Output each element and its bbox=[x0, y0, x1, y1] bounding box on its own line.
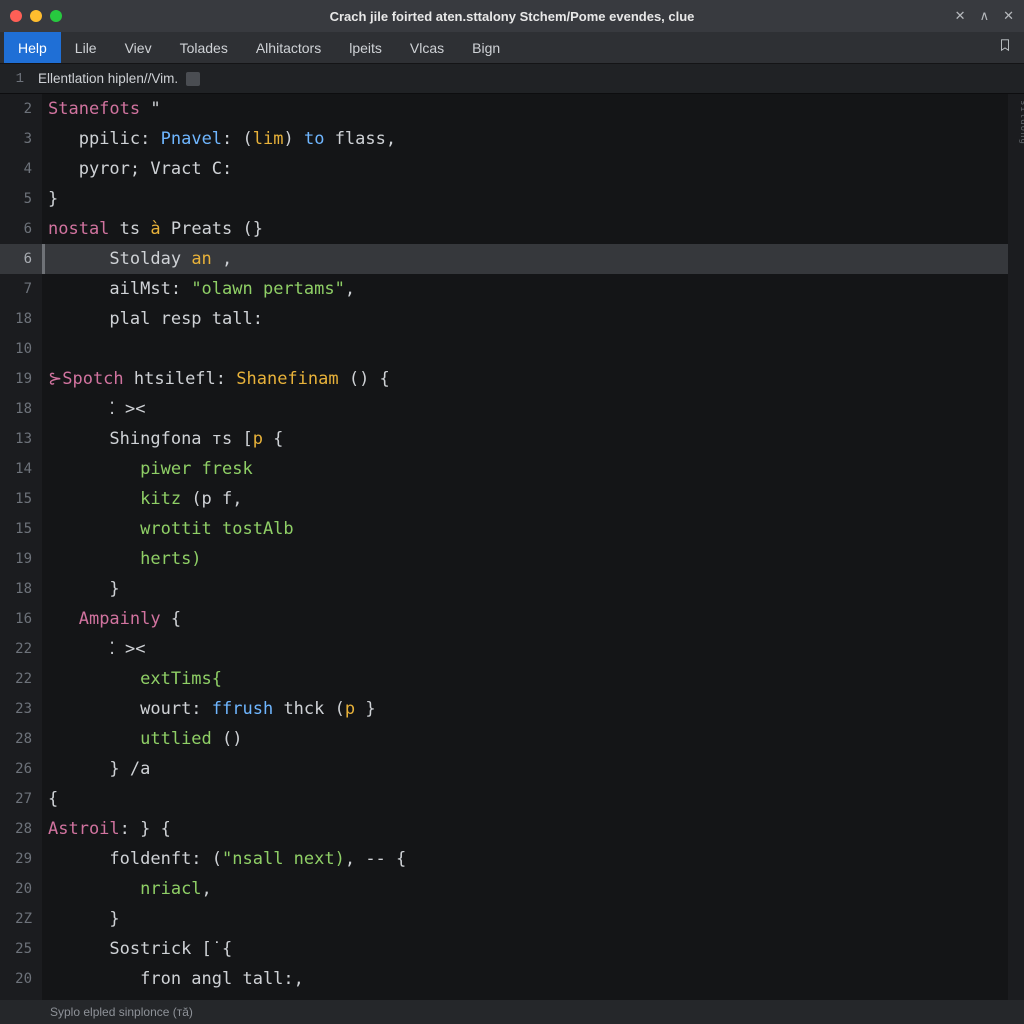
code-line: ⁚ >< bbox=[48, 394, 1008, 424]
code-line: ppilic: Pnavel: (lim) to flass, bbox=[48, 124, 1008, 154]
gutter-num: 15 bbox=[0, 484, 42, 514]
code-line: uttlied () bbox=[48, 724, 1008, 754]
gutter-num: 22 bbox=[0, 634, 42, 664]
breadcrumb-close-icon[interactable] bbox=[186, 72, 200, 86]
code-line: fron angl tall:, bbox=[48, 964, 1008, 994]
win-close-icon[interactable]: ✕ bbox=[955, 8, 966, 24]
gutter-num: 27 bbox=[0, 784, 42, 814]
status-bar: Syplo elpled sinplonce (ᴛă) bbox=[0, 1000, 1024, 1024]
code-line: } bbox=[48, 574, 1008, 604]
code-line: Astroil: } { bbox=[48, 814, 1008, 844]
bookmark-icon[interactable] bbox=[998, 38, 1012, 57]
maximize-icon[interactable] bbox=[50, 10, 62, 22]
code-line: } /a bbox=[48, 754, 1008, 784]
code-line: } bbox=[48, 184, 1008, 214]
code-line: nostal ts à Preats (} bbox=[48, 214, 1008, 244]
code-line: ⁚ >< bbox=[48, 634, 1008, 664]
gutter-num: 25 bbox=[0, 934, 42, 964]
gutter-num: 3 bbox=[0, 124, 42, 154]
menu-lile[interactable]: Lile bbox=[61, 32, 111, 63]
menu-bar: Help Lile Viev Tolades Alhitactors lpeit… bbox=[0, 32, 1024, 64]
gutter-num: 28 bbox=[0, 724, 42, 754]
gutter-num: 18 bbox=[0, 304, 42, 334]
code-line: foldenft: ("nsall next), -- { bbox=[48, 844, 1008, 874]
menu-help[interactable]: Help bbox=[4, 32, 61, 63]
gutter-num: 7 bbox=[0, 274, 42, 304]
win-caret-up-icon[interactable]: ∧ bbox=[980, 8, 990, 24]
gutter-num: 26 bbox=[0, 754, 42, 784]
code-line: extTims{ bbox=[48, 664, 1008, 694]
close-icon[interactable] bbox=[10, 10, 22, 22]
code-line bbox=[48, 334, 1008, 364]
scroll-rail[interactable]: sildong bbox=[1008, 94, 1024, 1000]
gutter-num: 20 bbox=[0, 964, 42, 994]
gutter-num: 6 bbox=[0, 214, 42, 244]
code-line: wourt: ffrush thck (p } bbox=[48, 694, 1008, 724]
menu-bign[interactable]: Bign bbox=[458, 32, 514, 63]
minimize-icon[interactable] bbox=[30, 10, 42, 22]
gutter-num: 4 bbox=[0, 154, 42, 184]
code-editor[interactable]: 2 3 4 5 6 6 7 18 10 19 18 13 14 15 15 19… bbox=[0, 94, 1024, 1000]
window-traffic-lights[interactable] bbox=[10, 10, 62, 22]
menu-tolades[interactable]: Tolades bbox=[166, 32, 242, 63]
gutter-num: 19 bbox=[0, 544, 42, 574]
gutter-num: 2 bbox=[0, 94, 42, 124]
window-title: Crach jile foirted aten.sttalony Stchem/… bbox=[330, 9, 695, 24]
gutter-num: 10 bbox=[0, 334, 42, 364]
code-line: Sostrick [̇ { bbox=[48, 934, 1008, 964]
code-line: ⊱Spotch htsilefl: Shanefinam () { bbox=[48, 364, 1008, 394]
menu-viev[interactable]: Viev bbox=[111, 32, 166, 63]
gutter-num: 29 bbox=[0, 844, 42, 874]
code-line: { bbox=[48, 784, 1008, 814]
code-line: Stanefots " bbox=[48, 94, 1008, 124]
gutter-num: 14 bbox=[0, 454, 42, 484]
code-body[interactable]: Stanefots " ppilic: Pnavel: (lim) to fla… bbox=[42, 94, 1008, 1000]
gutter-num: 20 bbox=[0, 874, 42, 904]
gutter-num: 6 bbox=[0, 244, 42, 274]
code-line: Shingfona ᴛs [p { bbox=[48, 424, 1008, 454]
code-line: wrottit tostAlb bbox=[48, 514, 1008, 544]
breadcrumb-text[interactable]: Ellentlation hiplen//Vim. bbox=[38, 71, 178, 86]
menu-alhitactors[interactable]: Alhitactors bbox=[242, 32, 335, 63]
code-line: kitz (p f, bbox=[48, 484, 1008, 514]
gutter-num: 22 bbox=[0, 664, 42, 694]
breadcrumb: 1 Ellentlation hiplen//Vim. bbox=[0, 64, 1024, 94]
gutter-num: 19 bbox=[0, 364, 42, 394]
code-line: } bbox=[48, 904, 1008, 934]
gutter-num: 16 bbox=[0, 604, 42, 634]
win-x2-icon[interactable]: ✕ bbox=[1003, 8, 1014, 24]
code-line: herts) bbox=[48, 544, 1008, 574]
gutter-num: 28 bbox=[0, 814, 42, 844]
gutter-num: 18 bbox=[0, 574, 42, 604]
gutter-num: 18 bbox=[0, 394, 42, 424]
code-line: Ampainly { bbox=[48, 604, 1008, 634]
gutter-num: 2Z bbox=[0, 904, 42, 934]
gutter-num: 15 bbox=[0, 514, 42, 544]
gutter-num: 5 bbox=[0, 184, 42, 214]
title-bar: Crach jile foirted aten.sttalony Stchem/… bbox=[0, 0, 1024, 32]
code-line: nriacl, bbox=[48, 874, 1008, 904]
gutter-num: 23 bbox=[0, 694, 42, 724]
code-line: ailMst: "olawn pertams", bbox=[48, 274, 1008, 304]
code-line: plal resp tall: bbox=[48, 304, 1008, 334]
gutter-num: 13 bbox=[0, 424, 42, 454]
code-line-highlight: Stolday an , bbox=[42, 244, 1008, 274]
code-line: piwer fresk bbox=[48, 454, 1008, 484]
menu-lpeits[interactable]: lpeits bbox=[335, 32, 396, 63]
scroll-label: sildong bbox=[1008, 94, 1024, 145]
breadcrumb-line-num: 1 bbox=[10, 71, 38, 87]
status-text: Syplo elpled sinplonce (ᴛă) bbox=[50, 1005, 193, 1019]
window-controls-right: ✕ ∧ ✕ bbox=[955, 8, 1014, 24]
line-gutter: 2 3 4 5 6 6 7 18 10 19 18 13 14 15 15 19… bbox=[0, 94, 42, 1000]
code-line: pyror; Vract C: bbox=[48, 154, 1008, 184]
menu-vlcas[interactable]: Vlcas bbox=[396, 32, 458, 63]
